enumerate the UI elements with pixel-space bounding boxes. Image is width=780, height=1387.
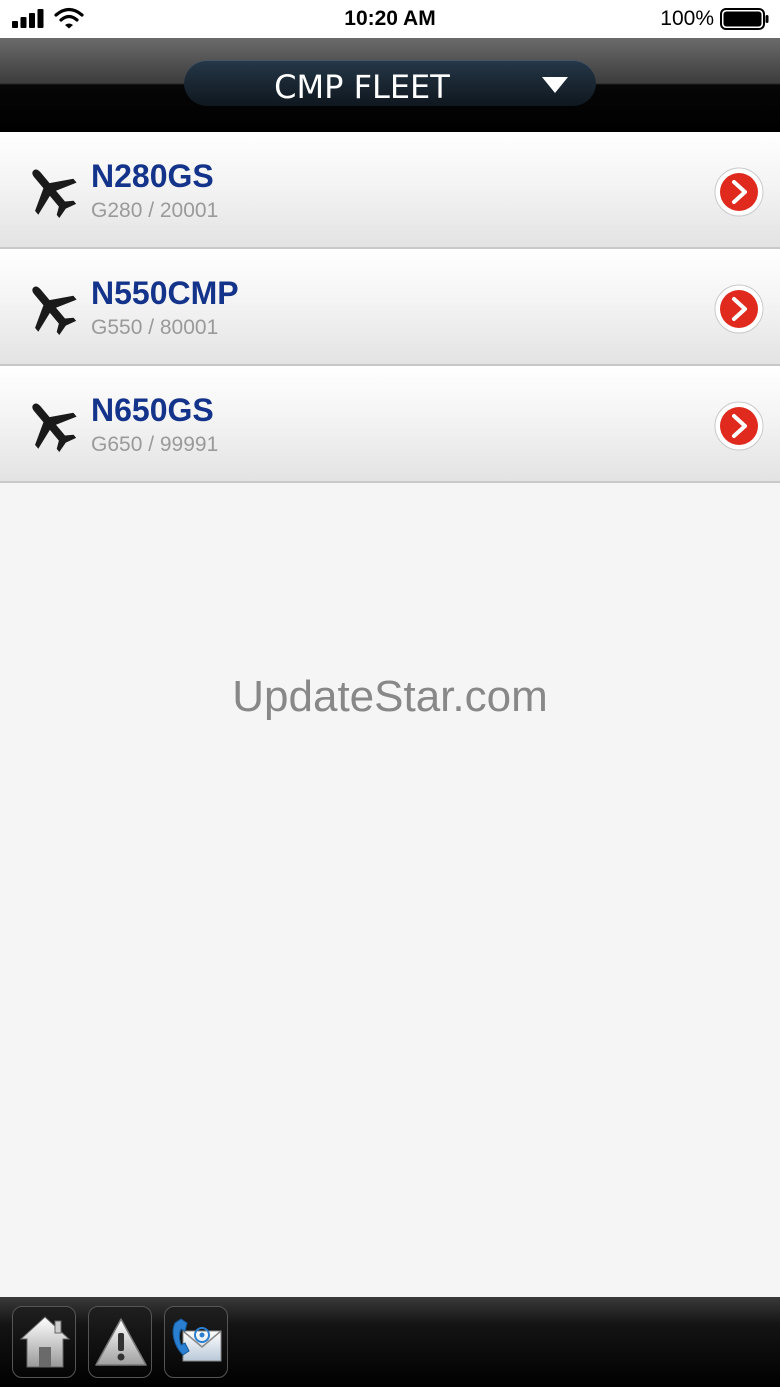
battery-percent: 100% (660, 7, 714, 30)
nav-header: CMP FLEET (0, 38, 780, 132)
home-button[interactable] (12, 1306, 76, 1378)
chevron-right-icon[interactable] (714, 167, 764, 217)
tail-number: N280GS (91, 158, 214, 194)
contact-button[interactable] (164, 1306, 228, 1378)
contact-icon (172, 1318, 222, 1362)
aircraft-model: G550 / 80001 (91, 316, 219, 339)
home-icon (19, 1316, 71, 1368)
caret-down-icon (542, 77, 568, 93)
fleet-item-n650gs[interactable]: N650GS G650 / 99991 (0, 366, 780, 483)
status-bar: 10:20 AM 100% (0, 0, 780, 38)
tail-number: N650GS (91, 392, 214, 428)
bottom-toolbar (0, 1297, 780, 1387)
page-title: CMP FLEET (274, 68, 450, 106)
chevron-right-icon[interactable] (714, 401, 764, 451)
fleet-selector-dropdown[interactable]: CMP FLEET (184, 60, 596, 106)
aircraft-model: G650 / 99991 (91, 433, 219, 456)
fleet-item-n280gs[interactable]: N280GS G280 / 20001 (0, 132, 780, 249)
tail-number: N550CMP (91, 275, 239, 311)
fleet-item-n550cmp[interactable]: N550CMP G550 / 80001 (0, 249, 780, 366)
airplane-icon (32, 169, 77, 218)
alert-icon (95, 1318, 147, 1366)
aircraft-model: G280 / 20001 (91, 199, 219, 222)
chevron-right-icon[interactable] (714, 284, 764, 334)
battery-icon (720, 8, 769, 30)
airplane-icon (32, 286, 77, 335)
fleet-list: N280GS G280 / 20001 N550CMP G550 / 80001… (0, 132, 780, 483)
watermark: UpdateStar.com (232, 672, 548, 721)
alert-button[interactable] (88, 1306, 152, 1378)
airplane-icon (32, 403, 77, 452)
